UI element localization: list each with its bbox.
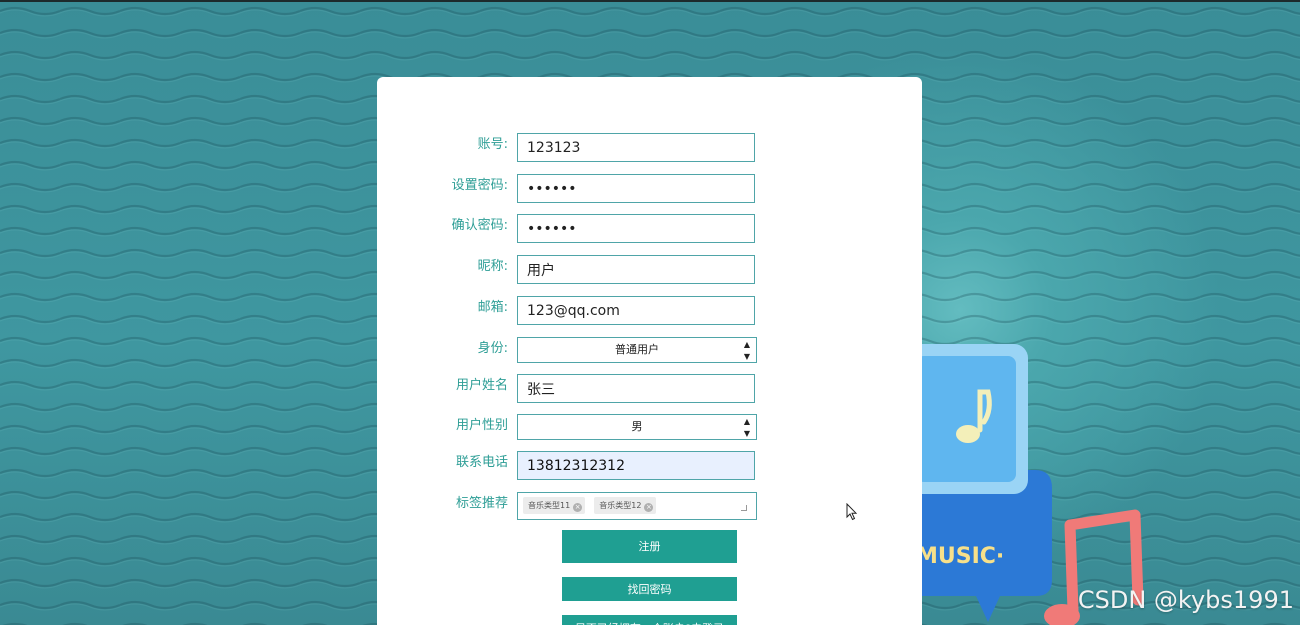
tag-chip-label: 音乐类型12 <box>599 501 642 510</box>
identity-label: 身份: <box>477 341 508 356</box>
select-arrows-icon: ▲ ▼ <box>743 340 750 361</box>
remove-tag-icon[interactable]: × <box>573 503 583 512</box>
music-text: MUSIC· <box>916 544 1004 569</box>
gender-selected: 男 <box>631 420 643 433</box>
phone-input[interactable] <box>517 451 755 480</box>
nickname-label: 昵称: <box>477 259 508 274</box>
go-login-button[interactable]: 是否已经拥有一个账户?去登录 <box>562 615 737 625</box>
real-name-input[interactable] <box>517 374 755 403</box>
password-label: 设置密码: <box>451 178 508 193</box>
confirm-password-label: 确认密码: <box>451 218 508 233</box>
gender-label: 用户性别 <box>455 418 508 433</box>
remove-tag-icon[interactable]: × <box>644 503 654 512</box>
top-border <box>0 0 1300 2</box>
confirm-password-input[interactable] <box>517 214 755 243</box>
account-label: 账号: <box>477 137 508 152</box>
identity-selected: 普通用户 <box>615 343 659 356</box>
mouse-cursor-icon <box>846 503 858 521</box>
register-panel: 账号: 设置密码: 确认密码: 昵称: 邮箱: 身份: 普通用户 ▲▼ 用户姓名… <box>377 77 922 625</box>
account-input[interactable] <box>517 133 755 162</box>
password-input[interactable] <box>517 174 755 203</box>
select-arrows-icon: ▲ ▼ <box>743 417 750 438</box>
music-illustration: MUSIC· <box>900 344 1144 625</box>
email-label: 邮箱: <box>477 300 508 315</box>
tag-chip: 音乐类型11 × <box>523 497 586 514</box>
phone-label: 联系电话 <box>455 455 508 470</box>
tag-chip: 音乐类型12 × <box>594 497 657 514</box>
tags-input[interactable]: 音乐类型11 × 音乐类型12 × <box>517 492 757 520</box>
email-input[interactable] <box>517 296 755 325</box>
real-name-label: 用户姓名 <box>455 378 508 393</box>
csdn-watermark: CSDN @kybs1991 <box>1077 586 1294 614</box>
gender-select[interactable]: 男 ▲ ▼ <box>517 414 757 440</box>
nickname-input[interactable] <box>517 255 755 284</box>
register-button[interactable]: 注册 <box>562 530 737 563</box>
tags-label: 标签推荐 <box>455 496 508 511</box>
recover-password-button[interactable]: 找回密码 <box>562 577 737 601</box>
resize-handle-icon[interactable] <box>741 505 747 511</box>
identity-select[interactable]: 普通用户 ▲ ▼ <box>517 337 757 363</box>
tag-chip-label: 音乐类型11 <box>528 501 571 510</box>
